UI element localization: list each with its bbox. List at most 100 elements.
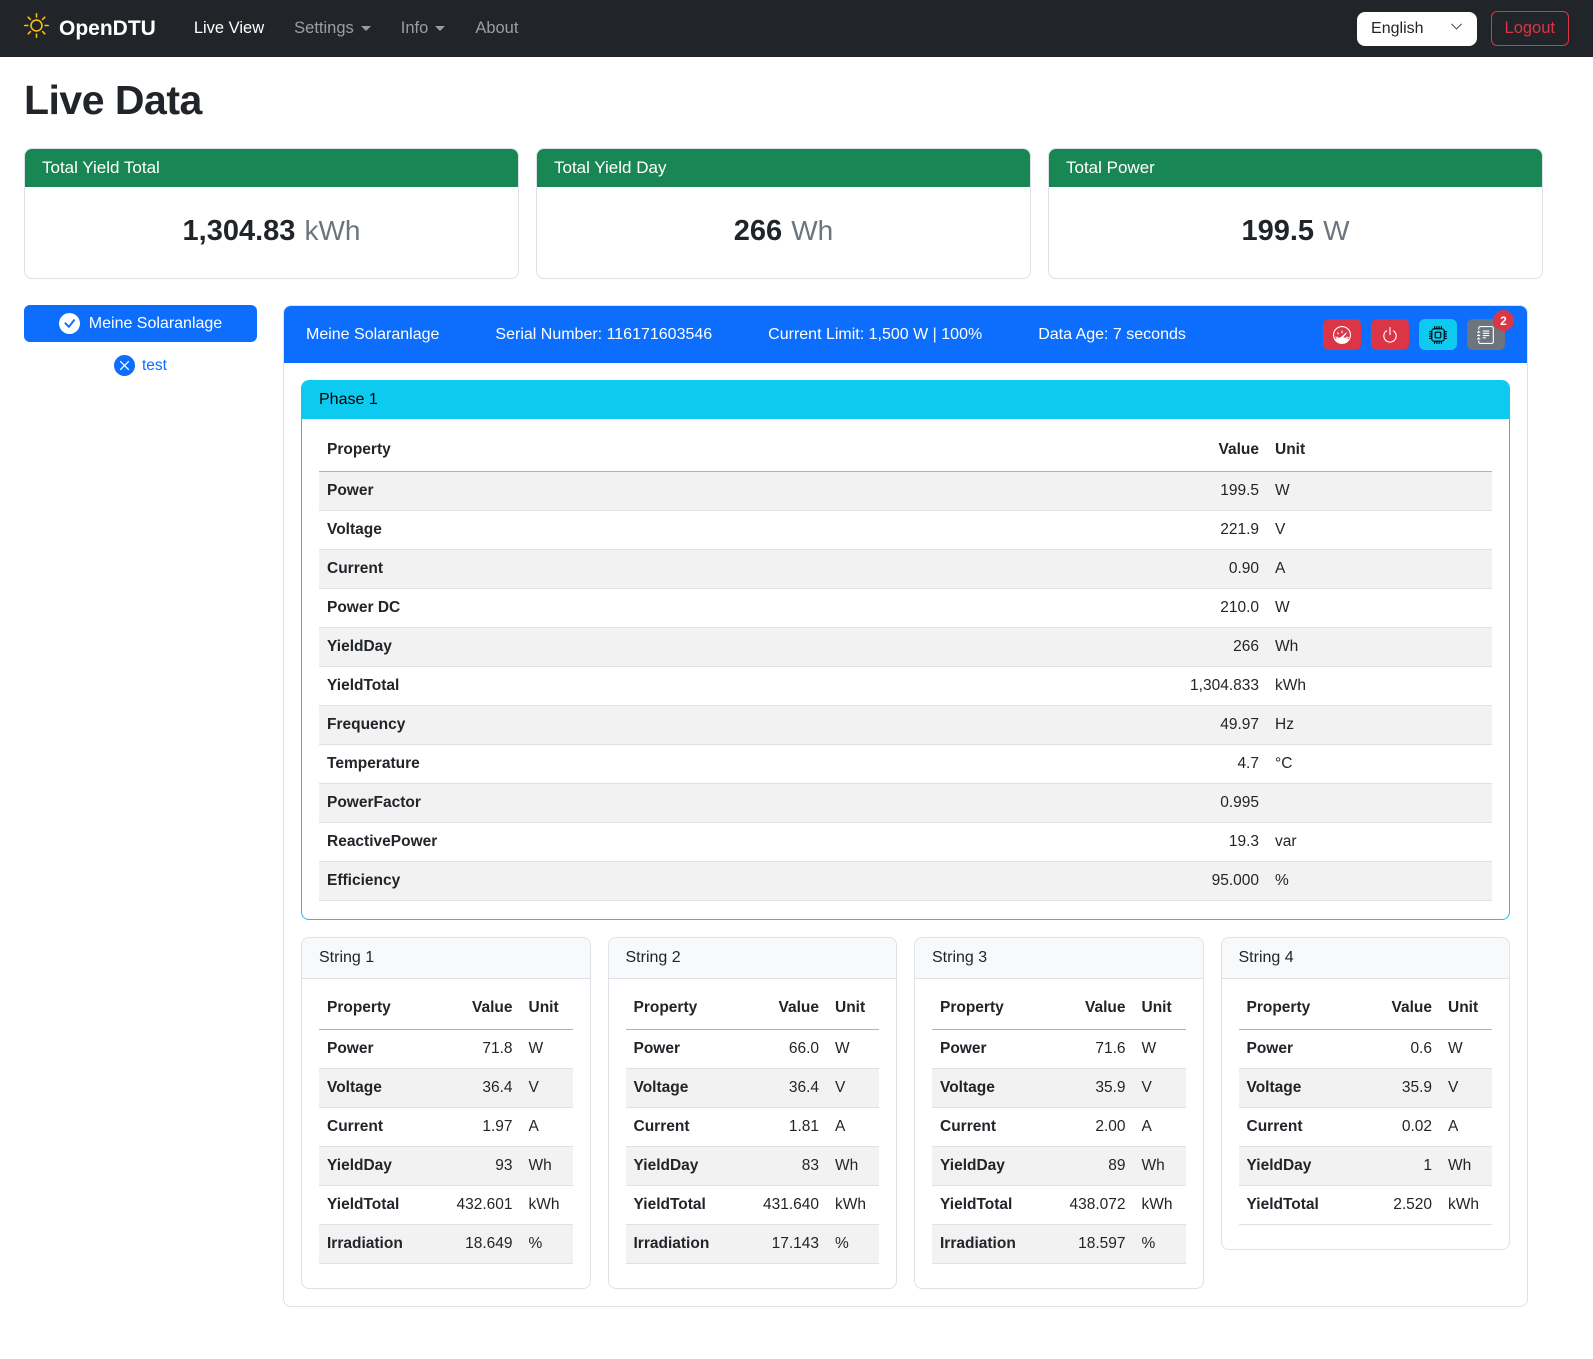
row-value: 0.02 <box>1362 1108 1440 1147</box>
summary-card-body: 266Wh <box>537 187 1030 278</box>
row-value: 95.000 <box>1147 862 1267 901</box>
col-property: Property <box>1239 987 1363 1030</box>
nav-item-about[interactable]: About <box>463 11 530 46</box>
row-value: 432.601 <box>443 1186 521 1225</box>
row-value: 0.6 <box>1362 1030 1440 1069</box>
table-row: YieldDay1Wh <box>1239 1147 1493 1186</box>
row-value: 4.7 <box>1147 745 1267 784</box>
inverter-panel-body: Phase 1 Property Value Unit Power199.5WV… <box>284 363 1527 1306</box>
col-value: Value <box>1056 987 1134 1030</box>
string-card-body: PropertyValueUnitPower66.0WVoltage36.4VC… <box>609 979 897 1288</box>
row-value: 36.4 <box>749 1069 827 1108</box>
limit-settings-button[interactable] <box>1323 319 1361 350</box>
col-unit: Unit <box>1134 987 1186 1030</box>
table-row: YieldDay83Wh <box>626 1147 880 1186</box>
row-property: Power <box>319 472 1147 511</box>
nav-item-label: Info <box>401 19 429 38</box>
row-value: 1,304.833 <box>1147 667 1267 706</box>
brand-label: OpenDTU <box>59 17 156 41</box>
navbar: OpenDTU Live View Settings Info About Engli… <box>0 0 1593 57</box>
table-header-row: PropertyValueUnit <box>626 987 880 1030</box>
page-title: Live Data <box>24 77 1569 124</box>
table-row: Irradiation17.143% <box>626 1225 880 1264</box>
table-row: Voltage36.4V <box>319 1069 573 1108</box>
row-property: Voltage <box>932 1069 1056 1108</box>
row-value: 93 <box>443 1147 521 1186</box>
limit-settings-button-wrap <box>1323 319 1361 350</box>
inverter-name: Meine Solaranlage <box>306 326 439 344</box>
nav-item-settings[interactable]: Settings <box>282 11 383 46</box>
sun-icon <box>24 13 49 44</box>
col-unit: Unit <box>521 987 573 1030</box>
row-value: 71.8 <box>443 1030 521 1069</box>
nav-item-label: Settings <box>294 19 354 38</box>
current-limit: Current Limit: 1,500 W | 100% <box>768 326 982 344</box>
summary-card: Total Yield Total1,304.83kWh <box>24 148 519 279</box>
table-row: YieldTotal1,304.833kWh <box>319 667 1492 706</box>
navbar-right: English Logout <box>1357 11 1569 46</box>
table-row: YieldDay89Wh <box>932 1147 1186 1186</box>
table-row: Current1.97A <box>319 1108 573 1147</box>
summary-card-title: Total Power <box>1049 149 1542 187</box>
row-unit: % <box>1267 862 1492 901</box>
brand[interactable]: OpenDTU <box>24 13 156 44</box>
device-info-button[interactable] <box>1419 319 1457 350</box>
row-property: Current <box>932 1108 1056 1147</box>
caret-down-icon <box>435 26 445 31</box>
row-value: 0.995 <box>1147 784 1267 823</box>
col-unit: Unit <box>827 987 879 1030</box>
summary-card-title: Total Yield Total <box>25 149 518 187</box>
row-unit: A <box>1134 1108 1186 1147</box>
row-property: YieldTotal <box>932 1186 1056 1225</box>
row-property: Power <box>626 1030 750 1069</box>
nav-item-info[interactable]: Info <box>389 11 458 46</box>
inverter-select-link[interactable]: test <box>24 355 257 376</box>
row-value: 199.5 <box>1147 472 1267 511</box>
table-row: YieldTotal431.640kWh <box>626 1186 880 1225</box>
summary-card: Total Yield Day266Wh <box>536 148 1031 279</box>
chevron-down-icon <box>1450 20 1463 33</box>
power-settings-button[interactable] <box>1371 319 1409 350</box>
nav-item-live-view[interactable]: Live View <box>182 11 276 46</box>
row-value: 18.649 <box>443 1225 521 1264</box>
row-property: YieldDay <box>1239 1147 1363 1186</box>
summary-card-unit: W <box>1323 215 1349 246</box>
row-unit: % <box>1134 1225 1186 1264</box>
table-row: PowerFactor0.995 <box>319 784 1492 823</box>
string-card-body: PropertyValueUnitPower0.6WVoltage35.9VCu… <box>1222 979 1510 1249</box>
row-unit: Wh <box>827 1147 879 1186</box>
table-row: YieldDay266Wh <box>319 628 1492 667</box>
row-property: Frequency <box>319 706 1147 745</box>
table-row: Power0.6W <box>1239 1030 1493 1069</box>
phase-card: Phase 1 Property Value Unit Power199.5WV… <box>301 380 1510 920</box>
row-value: 0.90 <box>1147 550 1267 589</box>
string-card-body: PropertyValueUnitPower71.8WVoltage36.4VC… <box>302 979 590 1288</box>
row-value: 17.143 <box>749 1225 827 1264</box>
col-value: Value <box>1147 429 1267 472</box>
table-row: Irradiation18.649% <box>319 1225 573 1264</box>
sun-icon <box>24 13 49 38</box>
language-select[interactable]: English <box>1357 12 1476 46</box>
inverter-sidebar: Meine Solaranlage test <box>24 305 257 376</box>
string-table: PropertyValueUnitPower71.6WVoltage35.9VC… <box>932 987 1186 1264</box>
string-card: String 2PropertyValueUnitPower66.0WVolta… <box>608 937 898 1289</box>
row-property: Voltage <box>319 1069 443 1108</box>
table-row: Voltage36.4V <box>626 1069 880 1108</box>
row-property: Current <box>319 550 1147 589</box>
inverter-link-label: test <box>142 357 167 375</box>
row-unit: kWh <box>521 1186 573 1225</box>
journal-icon <box>1477 326 1495 344</box>
row-property: Temperature <box>319 745 1147 784</box>
logout-button[interactable]: Logout <box>1491 11 1569 46</box>
nav-item-label: Live View <box>194 19 264 38</box>
inverter-panel-header: Meine Solaranlage Serial Number: 1161716… <box>284 306 1527 363</box>
table-header-row: PropertyValueUnit <box>319 987 573 1030</box>
inverter-select-button[interactable]: Meine Solaranlage <box>24 305 257 342</box>
power-settings-button-wrap <box>1371 319 1409 350</box>
row-value: 35.9 <box>1362 1069 1440 1108</box>
speedometer-icon <box>1333 326 1351 344</box>
row-property: Current <box>1239 1108 1363 1147</box>
row-unit: kWh <box>827 1186 879 1225</box>
row-unit: Wh <box>1267 628 1492 667</box>
row-unit: var <box>1267 823 1492 862</box>
